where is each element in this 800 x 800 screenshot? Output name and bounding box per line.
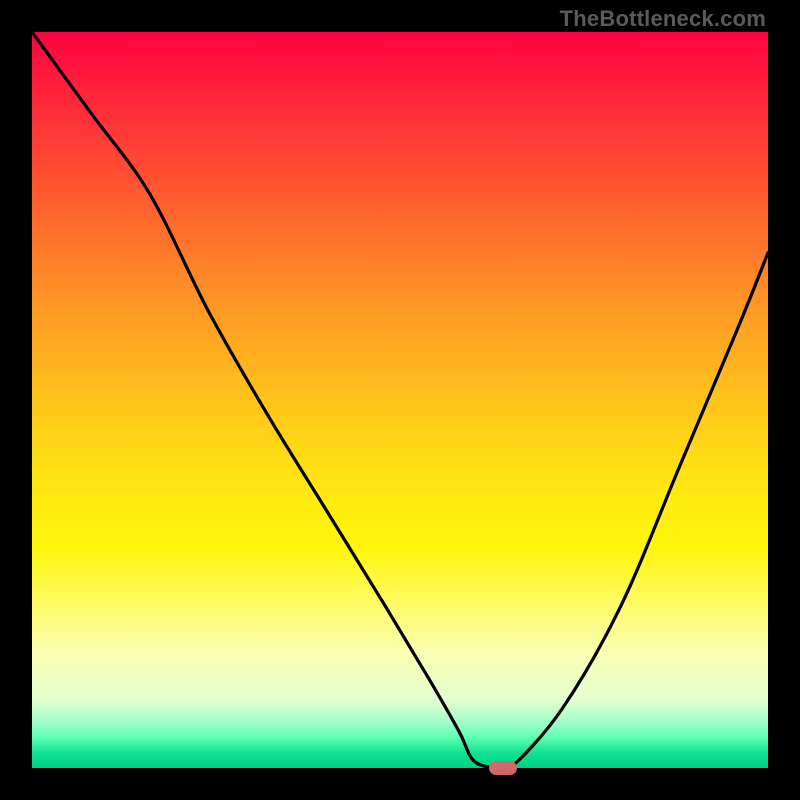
bottleneck-curve xyxy=(32,32,768,768)
watermark-text: TheBottleneck.com xyxy=(560,6,766,32)
chart-frame: TheBottleneck.com xyxy=(0,0,800,800)
curve-path xyxy=(32,32,768,773)
minimum-marker xyxy=(489,761,517,775)
